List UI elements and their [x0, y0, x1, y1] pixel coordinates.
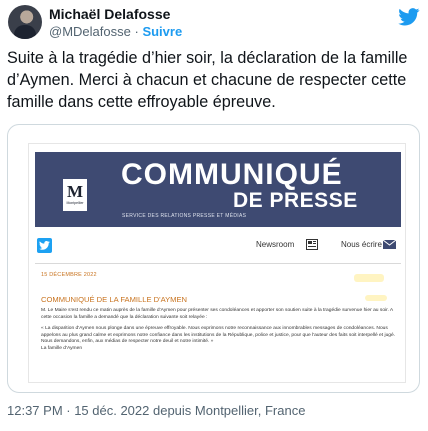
release-paragraph-2: « La disparition d'Aymen nous plonge dan…: [41, 326, 396, 345]
release-signature: La famille d'Aymen: [41, 345, 83, 351]
share-bar: Newsroom Nous écrire: [35, 238, 401, 258]
release-title: COMMUNIQUÉ DE LA FAMILLE D'AYMEN: [41, 295, 188, 304]
author-name[interactable]: Michaël Delafosse: [49, 6, 170, 22]
newsroom-icon: [306, 239, 318, 250]
release-date: 15 DÉCEMBRE 2022: [41, 272, 97, 278]
banner-service: SERVICE DES RELATIONS PRESSE ET MÉDIAS: [122, 213, 247, 219]
banner-subtitle: DE PRESSE: [233, 189, 358, 212]
highlight-mark: [354, 274, 384, 282]
tweet-timestamp[interactable]: 12:37 PM · 15 déc. 2022 depuis Montpelli…: [7, 403, 305, 418]
tweet-body: Suite à la tragédie d’hier soir, la décl…: [7, 49, 408, 111]
write-label: Nous écrire: [341, 240, 382, 249]
press-release-image: M Montpellier COMMUNIQUÉ DE PRESSE SERVI…: [28, 143, 406, 383]
newsroom-label: Newsroom: [256, 240, 295, 249]
release-paragraph-1: M. Le Maire s'est rendu ce matin auprès …: [41, 308, 393, 320]
mail-icon: [383, 240, 396, 249]
handle-row: @MDelafosse · Suivre: [49, 24, 182, 39]
divider: [35, 263, 401, 264]
logo-label: Montpellier: [66, 201, 84, 205]
twitter-bird-icon[interactable]: [398, 8, 420, 26]
logo-letter: M: [66, 182, 84, 201]
separator-dot: ·: [134, 24, 139, 39]
banner-title: COMMUNIQUÉ: [121, 158, 343, 191]
author-avatar[interactable]: [8, 5, 42, 39]
press-banner: M Montpellier COMMUNIQUÉ DE PRESSE SERVI…: [35, 152, 401, 227]
twitter-share-icon: [37, 238, 52, 253]
montpellier-logo: M Montpellier: [63, 179, 87, 211]
media-card[interactable]: M Montpellier COMMUNIQUÉ DE PRESSE SERVI…: [7, 124, 420, 393]
highlight-mark: [365, 295, 387, 301]
release-body: M. Le Maire s'est rendu ce matin auprès …: [41, 308, 397, 358]
tweet-text: Suite à la tragédie d’hier soir, la décl…: [7, 47, 423, 113]
follow-button[interactable]: Suivre: [142, 24, 182, 39]
author-handle[interactable]: @MDelafosse: [49, 24, 131, 39]
